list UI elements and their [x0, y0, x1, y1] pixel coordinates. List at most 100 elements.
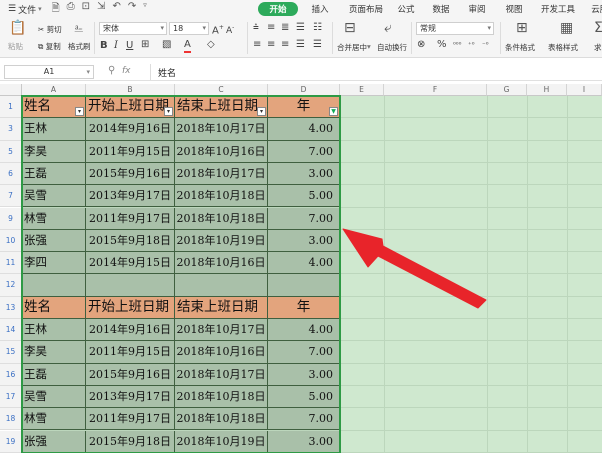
- formula-input[interactable]: 姓名: [158, 66, 176, 79]
- row-header-17[interactable]: 17: [0, 385, 22, 409]
- cell-years[interactable]: 5.00: [268, 385, 340, 409]
- cell-start-date[interactable]: 2011年9月17日: [86, 207, 175, 230]
- cell-years[interactable]: 4.00: [268, 252, 340, 275]
- undo-icon[interactable]: ↶: [112, 1, 120, 18]
- wrap-text-icon[interactable]: ⤶: [384, 20, 392, 36]
- cell-end-date[interactable]: 2018年10月19日: [175, 229, 268, 253]
- header-cell-years[interactable]: 年 ▼: [268, 96, 340, 119]
- export-icon[interactable]: ⇲: [97, 1, 105, 18]
- file-menu[interactable]: ☰ 文件 ▾: [8, 3, 42, 16]
- cell-name[interactable]: 李昊: [22, 341, 86, 364]
- copy-button[interactable]: ⧉ 复制: [38, 41, 61, 52]
- cell-end-date[interactable]: 2018年10月17日: [175, 162, 268, 186]
- cell-start-date[interactable]: 2013年9月17日: [86, 185, 175, 208]
- header-cell-start-date[interactable]: 开始上班日期 ▾: [86, 96, 175, 119]
- customize-icon[interactable]: ▿: [143, 1, 147, 18]
- cell-start-date[interactable]: 2011年9月17日: [86, 408, 175, 431]
- column-header-b[interactable]: B: [86, 84, 175, 96]
- tab-insert[interactable]: 插入: [298, 3, 342, 15]
- cell-start-date[interactable]: 2015年9月16日: [86, 363, 175, 386]
- cell-end-date[interactable]: 2018年10月17日: [175, 118, 268, 141]
- header-cell-years[interactable]: 年: [268, 296, 340, 319]
- increase-decimal-icon[interactable]: ⁺⁰: [468, 39, 475, 51]
- cell-start-date[interactable]: 2014年9月15日: [86, 252, 175, 275]
- cell-name[interactable]: 林雪: [22, 207, 86, 230]
- header-cell-end-date[interactable]: 结束上班日期: [175, 296, 268, 319]
- cell-years[interactable]: 3.00: [268, 363, 340, 386]
- cell-end-date[interactable]: 2018年10月18日: [175, 408, 268, 431]
- cell-name[interactable]: 林雪: [22, 408, 86, 431]
- cell-start-date[interactable]: 2011年9月15日: [86, 140, 175, 163]
- row-header-5[interactable]: 5: [0, 140, 22, 163]
- align-left-icon[interactable]: ≡: [253, 39, 261, 51]
- currency-icon[interactable]: ⊗: [417, 39, 425, 51]
- header-cell-name[interactable]: 姓名 ▾: [22, 96, 86, 119]
- filter-dropdown-icon[interactable]: ▾: [75, 107, 84, 117]
- cell-name[interactable]: 吴雪: [22, 385, 86, 409]
- cell-end-date[interactable]: 2018年10月17日: [175, 319, 268, 342]
- column-header-h[interactable]: H: [527, 84, 567, 96]
- row-header-18[interactable]: 18: [0, 408, 22, 431]
- save-icon[interactable]: 🗎: [52, 1, 60, 18]
- cell-name[interactable]: 王磊: [22, 162, 86, 186]
- sum-icon[interactable]: Σ: [594, 20, 602, 36]
- align-top-icon[interactable]: ⩮: [253, 22, 259, 34]
- border-icon[interactable]: ⊞: [141, 39, 149, 51]
- cell-years[interactable]: 4.00: [268, 118, 340, 141]
- paste-icon[interactable]: 📋: [9, 20, 26, 36]
- cell-name[interactable]: 王林: [22, 118, 86, 141]
- wrap-text-button[interactable]: 自动换行: [377, 42, 407, 53]
- empty-cell[interactable]: [86, 274, 175, 297]
- cell-years[interactable]: 7.00: [268, 341, 340, 364]
- filter-dropdown-icon[interactable]: ▾: [164, 107, 173, 117]
- cell-start-date[interactable]: 2013年9月17日: [86, 385, 175, 409]
- chevron-down-icon[interactable]: ▾: [367, 42, 371, 51]
- column-header-i[interactable]: I: [567, 84, 602, 96]
- row-header-14[interactable]: 14: [0, 319, 22, 342]
- paste-button[interactable]: 粘贴: [8, 41, 23, 52]
- format-painter-icon[interactable]: ⎁: [74, 21, 84, 36]
- tab-page-layout[interactable]: 页面布局: [342, 3, 390, 15]
- tab-review[interactable]: 审阅: [460, 3, 494, 15]
- underline-icon[interactable]: U: [126, 40, 133, 52]
- row-header-19[interactable]: 19: [0, 430, 22, 453]
- print-icon[interactable]: ⎙: [67, 1, 75, 18]
- outdent-icon[interactable]: ☷: [313, 22, 322, 34]
- row-header-15[interactable]: 15: [0, 341, 22, 364]
- bold-icon[interactable]: B: [100, 40, 108, 52]
- cell-end-date[interactable]: 2018年10月18日: [175, 185, 268, 208]
- row-header-11[interactable]: 11: [0, 252, 22, 275]
- cell-name[interactable]: 王林: [22, 319, 86, 342]
- conditional-format-button[interactable]: 条件格式: [505, 42, 535, 53]
- increase-font-icon[interactable]: A+: [212, 22, 224, 37]
- column-header-a[interactable]: A: [22, 84, 86, 96]
- cell-name[interactable]: 吴雪: [22, 185, 86, 208]
- cell-name[interactable]: 张强: [22, 430, 86, 453]
- italic-icon[interactable]: I: [114, 40, 118, 52]
- empty-cell[interactable]: [268, 274, 340, 297]
- cell-name[interactable]: 李昊: [22, 140, 86, 163]
- column-header-d[interactable]: D: [268, 84, 340, 96]
- cut-button[interactable]: ✂ 剪切: [38, 24, 62, 35]
- column-header-c[interactable]: C: [175, 84, 268, 96]
- number-format-select[interactable]: 常规 ▾: [416, 22, 494, 35]
- cell-start-date[interactable]: 2015年9月16日: [86, 162, 175, 186]
- tab-home[interactable]: 开始: [258, 2, 298, 16]
- cell-start-date[interactable]: 2014年9月16日: [86, 118, 175, 141]
- row-header-6[interactable]: 6: [0, 162, 22, 186]
- align-right-icon[interactable]: ≡: [281, 39, 289, 51]
- table-style-icon[interactable]: ▦: [560, 20, 573, 36]
- header-cell-name[interactable]: 姓名: [22, 296, 86, 319]
- cell-end-date[interactable]: 2018年10月18日: [175, 385, 268, 409]
- cell-name[interactable]: 李四: [22, 252, 86, 275]
- cell-start-date[interactable]: 2015年9月18日: [86, 430, 175, 453]
- cell-end-date[interactable]: 2018年10月18日: [175, 207, 268, 230]
- table-style-button[interactable]: 表格样式: [548, 42, 578, 53]
- sum-button[interactable]: 求: [594, 42, 602, 53]
- indent-icon[interactable]: ☰: [296, 22, 305, 34]
- zoom-icon[interactable]: ⚲: [108, 65, 115, 76]
- tab-formulas[interactable]: 公式: [390, 3, 422, 15]
- row-header-1[interactable]: 1: [0, 96, 22, 119]
- font-color-icon[interactable]: A: [184, 39, 191, 53]
- cell-name[interactable]: 王磊: [22, 363, 86, 386]
